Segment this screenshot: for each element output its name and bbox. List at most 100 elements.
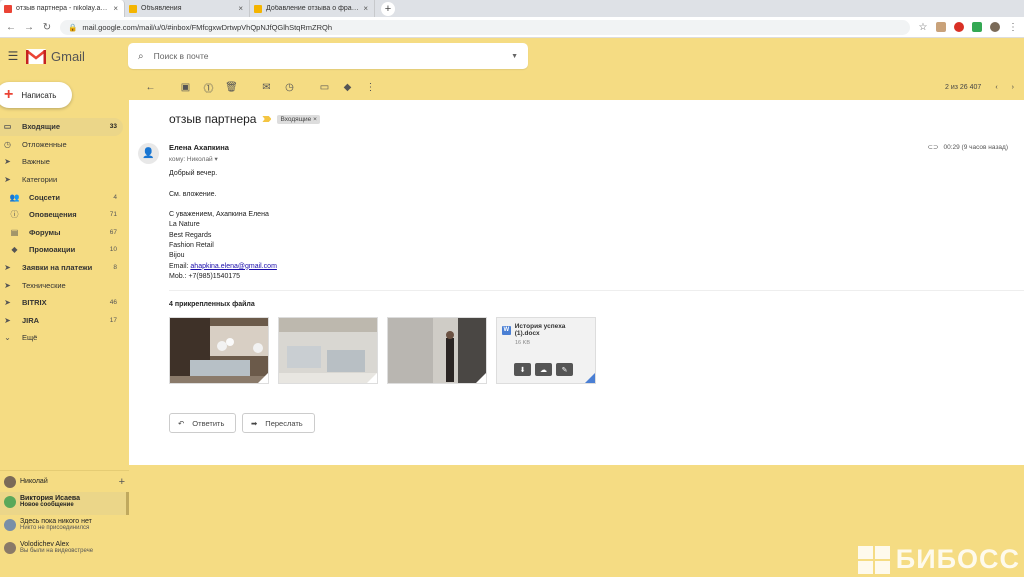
label-list: ▭ Входящие 33 ◷ Отложенные ➤ Важные ➤ Категории 👥…	[0, 118, 123, 347]
prev-icon[interactable]: ‹	[995, 84, 997, 91]
archive-icon[interactable]: ▣	[174, 77, 197, 97]
important-icon: ➤	[4, 157, 11, 167]
reload-icon[interactable]: ↻	[42, 22, 52, 33]
extension-icon[interactable]	[972, 22, 982, 32]
divider	[169, 290, 1024, 291]
message-pane: отзыв партнера Входящие × 👤 Елена Ахапки…	[129, 100, 1024, 465]
email-link[interactable]: ahapkina.elena@gmail.com	[190, 263, 277, 270]
url-input[interactable]: 🔒 mail.google.com/mail/u/0/#inbox/FMfcgx…	[60, 19, 910, 35]
sidebar: + Написать ▭ Входящие 33 ◷ Отложенные ➤ Важные…	[0, 74, 129, 577]
save-to-drive-icon[interactable]: ☁	[535, 363, 552, 376]
search-icon[interactable]: ⌕	[138, 51, 144, 62]
body-line	[169, 179, 277, 189]
mark-unread-icon[interactable]: ✉	[255, 77, 278, 97]
download-icon[interactable]: ⬇	[514, 363, 531, 376]
label-icon[interactable]: ◆	[336, 77, 359, 97]
sender-name[interactable]: Елена Ахапкина	[169, 143, 229, 152]
menu-icon[interactable]: ⋮	[1008, 22, 1018, 33]
contact-status: Новое сообщение	[20, 502, 74, 508]
attachment-docx[interactable]: W История успеха (1).docx 16 KB ⬇ ☁ ✎	[496, 317, 596, 384]
gmail-logo[interactable]: Gmail	[26, 48, 128, 64]
page-title: отзыв партнера	[169, 112, 257, 126]
tab-announcements[interactable]: Объявления ×	[125, 0, 250, 17]
chat-contact[interactable]: Виктория Исаева Новое сообщение	[0, 492, 129, 515]
label-icon: ➤	[4, 298, 11, 308]
chat-contact[interactable]: Volodichev Alex Вы были на видеовстрече	[0, 538, 129, 561]
search-options-icon[interactable]: ▼	[511, 53, 518, 60]
gmail-logo-icon	[26, 48, 46, 64]
search-input[interactable]: ⌕ Поиск в почте ▼	[128, 43, 528, 69]
sidebar-item[interactable]: ◆ Промоакции 10	[0, 241, 123, 259]
delete-icon[interactable]: 🗑	[220, 77, 243, 97]
sidebar-item[interactable]: ➤ Технические	[0, 276, 123, 294]
body-line: Best Regards	[169, 231, 212, 239]
avatar[interactable]	[990, 22, 1000, 32]
message-toolbar: ← ▣ ⓵ 🗑 ✉ ◷ ▭ ◆ ⋮ 2 из 26 407 ‹ ›	[129, 74, 1024, 100]
body-line: Fashion Retail	[169, 242, 214, 250]
label-icon: ➤	[4, 280, 11, 290]
sidebar-item[interactable]: ➤ BITRIX 46	[0, 294, 123, 312]
move-to-icon[interactable]: ▭	[313, 77, 336, 97]
tab-gmail[interactable]: отзыв партнера - nikolay.aseeva ×	[0, 0, 125, 17]
sidebar-item[interactable]: ➤ Важные	[0, 153, 123, 171]
sidebar-item[interactable]: ⓘ Оповещения 71	[0, 206, 123, 224]
sidebar-item-label: Промоакции	[29, 245, 76, 255]
add-contact-icon[interactable]: +	[119, 476, 125, 488]
unread-count: 8	[113, 264, 117, 272]
portrait-photo-image	[388, 318, 486, 383]
sidebar-item[interactable]: ▭ Входящие 33	[0, 118, 123, 136]
site-favicon-icon	[254, 4, 262, 13]
sidebar-item[interactable]: ➤ Категории	[0, 171, 123, 189]
label-icon: ➤	[4, 263, 11, 273]
sidebar-item-label: Важные	[22, 157, 50, 167]
edit-icon[interactable]: ✎	[556, 363, 573, 376]
watermark: БИБОСС	[857, 544, 1020, 575]
back-to-inbox-icon[interactable]: ←	[139, 77, 162, 97]
body-line: См. вложение.	[169, 190, 217, 198]
sidebar-item[interactable]: ▤ Форумы 67	[0, 224, 123, 242]
sidebar-item-label: Ещё	[22, 333, 38, 343]
adblock-icon[interactable]	[954, 22, 964, 32]
sidebar-item[interactable]: ⌄ Ещё	[0, 329, 123, 347]
star-icon[interactable]: ☆	[918, 22, 928, 33]
body-line	[169, 200, 277, 210]
phone-line: Mob.: +7(985)1540175	[169, 272, 241, 280]
chat-contact[interactable]: Здесь пока никого нет Никто не присоедини…	[0, 515, 129, 538]
chat-user[interactable]: Николай +	[0, 470, 129, 492]
extension-icon[interactable]	[936, 22, 946, 32]
forward-button[interactable]: ➡ Переслать	[242, 413, 315, 433]
compose-button[interactable]: + Написать	[0, 82, 72, 108]
main-menu-icon[interactable]: ☰	[0, 49, 26, 63]
sender-avatar[interactable]: 👤	[138, 143, 159, 164]
body-line: Добрый вечер.	[169, 170, 218, 177]
close-icon[interactable]: ×	[113, 4, 118, 13]
attachment-photo[interactable]	[278, 317, 378, 384]
attachment-photo[interactable]	[169, 317, 269, 384]
sidebar-item-label: JIRA	[22, 315, 40, 325]
close-icon[interactable]: ×	[238, 4, 243, 13]
snooze-icon[interactable]: ◷	[278, 77, 301, 97]
contact-name: Виктория Исаева	[20, 495, 80, 502]
sidebar-item[interactable]: ◷ Отложенные	[0, 136, 123, 154]
forward-icon[interactable]: →	[24, 22, 34, 33]
pager: 2 из 26 407 ‹ ›	[945, 83, 1014, 91]
close-icon[interactable]: ×	[363, 4, 368, 13]
email-line: Email: ahapkina.elena@gmail.com	[169, 262, 277, 270]
attachment-photo[interactable]	[387, 317, 487, 384]
spam-icon[interactable]: ⓵	[197, 77, 220, 97]
recipient-line[interactable]: кому: Николай ▾	[169, 155, 229, 163]
important-marker-icon[interactable]	[262, 116, 272, 122]
tab-add-review[interactable]: Добавление отзыва о франшизе ×	[250, 0, 375, 17]
next-icon[interactable]: ›	[1012, 84, 1014, 91]
contact-name: Здесь пока никого нет	[20, 518, 92, 525]
more-icon[interactable]: ⋮	[359, 77, 382, 97]
reply-button[interactable]: ↶ Ответить	[169, 413, 236, 433]
label-chip[interactable]: Входящие ×	[277, 114, 320, 124]
sidebar-item[interactable]: ➤ Заявки на платежи 8	[0, 259, 123, 277]
word-doc-icon: W	[502, 325, 511, 335]
sidebar-item-label: Категории	[22, 175, 58, 185]
new-tab-button[interactable]: +	[381, 2, 395, 16]
sidebar-item[interactable]: 👥 Соцсети 4	[0, 188, 123, 206]
back-icon[interactable]: ←	[6, 22, 16, 33]
sidebar-item[interactable]: ➤ JIRA 17	[0, 312, 123, 330]
